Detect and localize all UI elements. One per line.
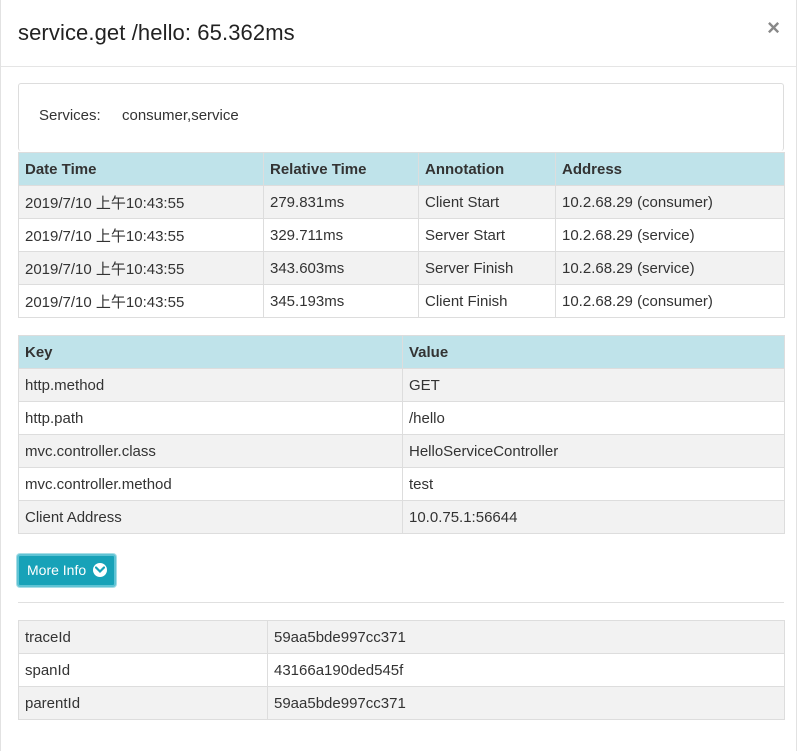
- id-value-cell: 43166a190ded545f: [267, 653, 785, 687]
- relative-time-cell: 345.193ms: [263, 284, 419, 318]
- tag-value-cell: GET: [402, 368, 785, 402]
- trace-span-modal: service.get /hello: 65.362ms × Services:…: [0, 0, 797, 751]
- column-header-relative-time: Relative Time: [263, 152, 419, 186]
- relative-time-cell: 279.831ms: [263, 185, 419, 219]
- table-row: 2019/7/10 上午10:43:55 345.193ms Client Fi…: [18, 284, 785, 318]
- column-header-key: Key: [18, 335, 403, 369]
- tag-value-cell: test: [402, 467, 785, 501]
- ids-table: traceId 59aa5bde997cc371 spanId 43166a19…: [18, 620, 785, 720]
- id-key-cell: traceId: [18, 620, 268, 654]
- id-key-cell: spanId: [18, 653, 268, 687]
- tag-value-cell: 10.0.75.1:56644: [402, 500, 785, 534]
- date-time-cell: 2019/7/10 上午10:43:55: [18, 251, 264, 285]
- table-row: mvc.controller.class HelloServiceControl…: [18, 434, 785, 468]
- address-cell: 10.2.68.29 (service): [555, 251, 785, 285]
- id-value-cell: 59aa5bde997cc371: [267, 686, 785, 720]
- tag-value-cell: /hello: [402, 401, 785, 435]
- divider: [18, 602, 784, 603]
- annotation-cell: Server Finish: [418, 251, 556, 285]
- relative-time-cell: 343.603ms: [263, 251, 419, 285]
- column-header-date-time: Date Time: [18, 152, 264, 186]
- annotation-cell: Client Finish: [418, 284, 556, 318]
- modal-title: service.get /hello: 65.362ms: [18, 20, 295, 45]
- tags-header-row: Key Value: [18, 335, 785, 369]
- id-key-cell: parentId: [18, 686, 268, 720]
- column-header-annotation: Annotation: [418, 152, 556, 186]
- chevron-circle-down-icon: [93, 563, 108, 577]
- table-row: 2019/7/10 上午10:43:55 329.711ms Server St…: [18, 218, 785, 252]
- relative-time-cell: 329.711ms: [263, 218, 419, 252]
- close-icon[interactable]: ×: [767, 17, 780, 39]
- table-row: 2019/7/10 上午10:43:55 279.831ms Client St…: [18, 185, 785, 219]
- table-row: parentId 59aa5bde997cc371: [18, 686, 785, 720]
- modal-header: service.get /hello: 65.362ms ×: [1, 0, 796, 67]
- address-cell: 10.2.68.29 (consumer): [555, 185, 785, 219]
- annotation-cell: Client Start: [418, 185, 556, 219]
- tag-key-cell: Client Address: [18, 500, 403, 534]
- date-time-cell: 2019/7/10 上午10:43:55: [18, 185, 264, 219]
- table-row: http.path /hello: [18, 401, 785, 435]
- date-time-cell: 2019/7/10 上午10:43:55: [18, 218, 264, 252]
- column-header-value: Value: [402, 335, 785, 369]
- tag-key-cell: mvc.controller.method: [18, 467, 403, 501]
- table-row: traceId 59aa5bde997cc371: [18, 620, 785, 654]
- table-row: Client Address 10.0.75.1:56644: [18, 500, 785, 534]
- id-value-cell: 59aa5bde997cc371: [267, 620, 785, 654]
- tag-key-cell: http.path: [18, 401, 403, 435]
- more-info-label: More Info: [27, 562, 87, 578]
- services-label: Services:: [39, 107, 101, 124]
- table-row: mvc.controller.method test: [18, 467, 785, 501]
- table-row: spanId 43166a190ded545f: [18, 653, 785, 687]
- table-row: http.method GET: [18, 368, 785, 402]
- tag-value-cell: HelloServiceController: [402, 434, 785, 468]
- more-info-button[interactable]: More Info: [17, 554, 116, 587]
- annotations-header-row: Date Time Relative Time Annotation Addre…: [18, 152, 785, 186]
- date-time-cell: 2019/7/10 上午10:43:55: [18, 284, 264, 318]
- annotations-table: Date Time Relative Time Annotation Addre…: [18, 152, 785, 318]
- tags-table: Key Value http.method GET http.path /hel…: [18, 335, 785, 534]
- services-value: consumer,service: [122, 107, 239, 124]
- address-cell: 10.2.68.29 (consumer): [555, 284, 785, 318]
- services-panel: Services: consumer,service: [18, 83, 784, 151]
- column-header-address: Address: [555, 152, 785, 186]
- tag-key-cell: mvc.controller.class: [18, 434, 403, 468]
- tag-key-cell: http.method: [18, 368, 403, 402]
- annotation-cell: Server Start: [418, 218, 556, 252]
- address-cell: 10.2.68.29 (service): [555, 218, 785, 252]
- table-row: 2019/7/10 上午10:43:55 343.603ms Server Fi…: [18, 251, 785, 285]
